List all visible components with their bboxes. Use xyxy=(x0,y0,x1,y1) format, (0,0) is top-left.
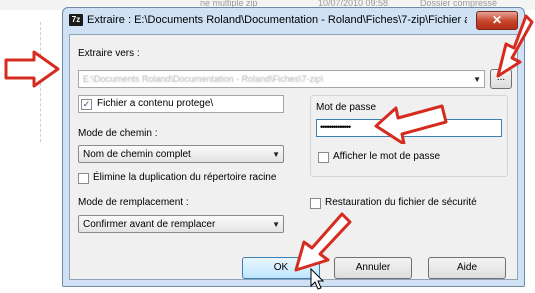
extract-path-value: E:\Documents Roland\Documentation - Rola… xyxy=(83,74,324,84)
path-mode-value: Nom de chemin complet xyxy=(83,149,191,160)
replace-mode-select[interactable]: Confirmer avant de remplacer ▼ xyxy=(78,215,284,233)
path-mode-select[interactable]: Nom de chemin complet ▼ xyxy=(78,145,284,163)
chevron-down-icon: ▼ xyxy=(272,150,280,159)
title-bar[interactable]: 7z Extraire : E:\Documents Roland\Docume… xyxy=(63,8,524,34)
replace-mode-label: Mode de remplacement : xyxy=(78,197,189,208)
eliminate-duplication-label[interactable]: Élimine la duplication du répertoire rac… xyxy=(93,172,276,183)
annotation-arrow-down-left-icon xyxy=(496,14,534,78)
show-password-label[interactable]: Afficher le mot de passe xyxy=(333,151,440,162)
annotation-arrow-down-right-icon xyxy=(294,212,352,272)
annotation-arrow-right-icon xyxy=(4,50,60,88)
path-mode-label: Mode de chemin : xyxy=(78,128,158,139)
window-title: Extraire : E:\Documents Roland\Documenta… xyxy=(87,14,467,26)
7zip-app-icon: 7z xyxy=(69,14,83,26)
password-label: Mot de passe xyxy=(316,102,377,113)
extract-path-combo[interactable]: E:\Documents Roland\Documentation - Rola… xyxy=(78,70,485,88)
subfolder-row: ✓ Fichier a contenu protege\ xyxy=(78,95,284,113)
chevron-down-icon[interactable]: ▼ xyxy=(473,75,481,84)
annotation-arrow-left-icon xyxy=(374,104,448,144)
help-button[interactable]: Aide xyxy=(428,257,506,279)
extract-to-label: Extraire vers : xyxy=(78,48,140,59)
chevron-down-icon: ▼ xyxy=(272,220,280,229)
subfolder-checkbox[interactable]: ✓ xyxy=(81,99,92,110)
show-password-checkbox[interactable] xyxy=(318,152,329,163)
replace-mode-value: Confirmer avant de remplacer xyxy=(83,219,216,230)
mouse-cursor-icon xyxy=(310,268,324,290)
eliminate-duplication-checkbox[interactable] xyxy=(78,173,89,184)
subfolder-value[interactable]: Fichier a contenu protege\ xyxy=(97,98,213,109)
restore-security-label[interactable]: Restauration du fichier de sécurité xyxy=(325,197,477,208)
